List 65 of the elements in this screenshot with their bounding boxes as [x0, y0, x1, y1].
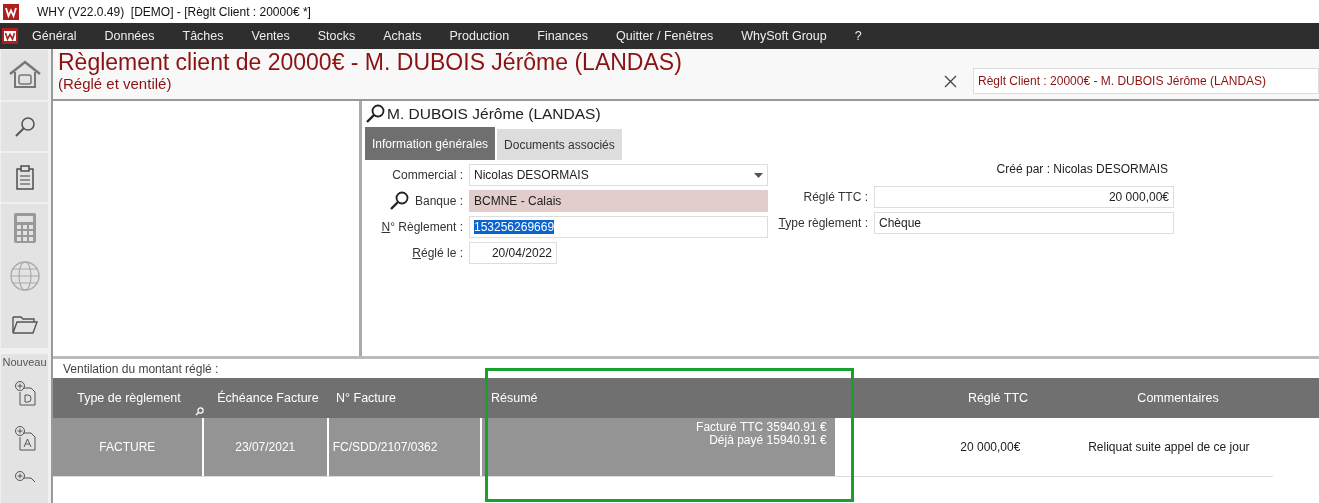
- page-title: Règlement client de 20000€ - M. DUBOIS Jérôme (LANDAS): [58, 49, 683, 75]
- caret-icon: [754, 172, 763, 178]
- input-field[interactable]: 153256269669: [469, 216, 768, 238]
- globe-icon: [8, 260, 41, 292]
- date-field[interactable]: 20/04/2022: [469, 242, 557, 264]
- menu-item[interactable]: Production: [435, 29, 524, 43]
- table-cell: FC/SDD/2107/0362: [328, 418, 483, 476]
- close-icon[interactable]: [944, 74, 957, 88]
- app-logo-icon: [3, 3, 19, 20]
- column-header[interactable]: N° Facture: [331, 391, 486, 405]
- new-document-icon[interactable]: [13, 425, 36, 451]
- folder-icon: [11, 314, 38, 334]
- new-document-icon[interactable]: [13, 380, 36, 406]
- tab[interactable]: Documents associés: [497, 129, 622, 160]
- column-header[interactable]: Réglé TTC: [923, 391, 1073, 405]
- menu-item[interactable]: Achats: [369, 29, 436, 43]
- search-icon[interactable]: [388, 191, 409, 211]
- column-header[interactable]: Résumé: [486, 391, 843, 405]
- field-label: N° Règlement :: [381, 220, 463, 234]
- table-row[interactable]: FACTURE 23/07/2021 FC/SDD/2107/0362 Facturé TTC 35940.91 € Déjà payé 15940.91 € 20 000,00€ Reliquat suite appel de ce jour: [53, 418, 1273, 477]
- field-label: Type règlement :: [778, 216, 868, 230]
- summary-line: Facturé TTC 35940.91 €: [696, 421, 827, 434]
- table-cell: FACTURE: [53, 418, 204, 476]
- client-name: M. DUBOIS Jérôme (LANDAS): [387, 105, 601, 123]
- table-cell-text: 20 000,00€: [959, 439, 1022, 456]
- dropdown-field[interactable]: Nicolas DESORMAIS: [469, 164, 768, 186]
- search-icon[interactable]: [365, 104, 385, 124]
- home-button[interactable]: [1, 50, 48, 100]
- home-icon: [7, 60, 42, 90]
- field-label: Commercial :: [392, 168, 463, 182]
- column-header[interactable]: Type de règlement: [53, 391, 205, 405]
- input-field[interactable]: 20 000,00€: [874, 186, 1174, 208]
- column-header[interactable]: Commentaires: [1073, 391, 1283, 405]
- menu-item[interactable]: Général: [18, 29, 91, 43]
- tab[interactable]: Information générales: [365, 127, 496, 160]
- field-label: Banque :: [414, 194, 463, 208]
- input-field[interactable]: BCMNE - Calais: [469, 190, 768, 212]
- section-label: Ventilation du montant réglé :: [62, 361, 220, 378]
- menu-item[interactable]: ?: [840, 29, 876, 43]
- search-icon: [13, 115, 36, 138]
- menu-item[interactable]: Finances: [523, 29, 602, 43]
- created-by-text: Créé par : Nicolas DESORMAIS: [996, 162, 1168, 178]
- menu-item[interactable]: WhySoft Group: [727, 29, 841, 43]
- app-logo-icon[interactable]: [2, 28, 18, 44]
- open-window-field[interactable]: Règlt Client : 20000€ - M. DUBOIS Jérôme (LANDAS): [973, 68, 1319, 94]
- menu-item[interactable]: Tâches: [168, 29, 238, 43]
- clipboard-icon: [14, 164, 35, 191]
- section-label: Nouveau: [2, 356, 47, 368]
- window-title: WHY (V22.0.49) [DEMO] - [Règlt Client : 20000€ *]: [37, 4, 311, 19]
- table-cell: 23/07/2021: [203, 418, 329, 476]
- input-field[interactable]: Chèque: [874, 212, 1174, 234]
- search-button[interactable]: [1, 102, 48, 151]
- field-label: Réglé TTC :: [803, 190, 868, 204]
- page-subtitle: (Réglé et ventilé): [58, 75, 173, 93]
- table-cell-text: Reliquat suite appel de ce jour: [1087, 439, 1251, 456]
- clipboard-button[interactable]: [1, 153, 48, 202]
- column-header[interactable]: Échéance Facture: [205, 391, 331, 405]
- calculator-icon: [12, 212, 37, 244]
- summary-line: Déjà payé 15940.91 €: [709, 434, 827, 447]
- new-document-icon[interactable]: [13, 470, 36, 483]
- menu-item[interactable]: Quitter / Fenêtres: [602, 29, 728, 43]
- menu-item[interactable]: Données: [90, 29, 169, 43]
- field-label: Réglé le :: [412, 246, 463, 260]
- menu-item[interactable]: Ventes: [237, 29, 304, 43]
- menu-item[interactable]: Stocks: [303, 29, 370, 43]
